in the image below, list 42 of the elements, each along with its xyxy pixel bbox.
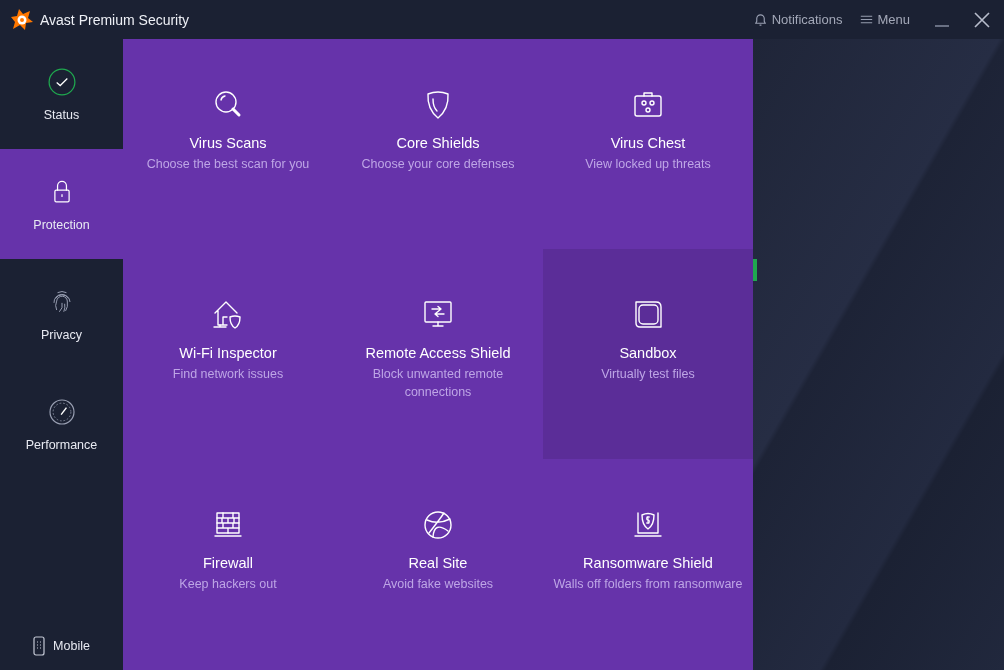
- sidebar-item[interactable]: Privacy: [0, 259, 123, 369]
- tile-subtitle: Choose the best scan for you: [145, 156, 311, 173]
- status-marker: [753, 259, 757, 281]
- check-circle-icon: [45, 66, 78, 98]
- sidebar-item[interactable]: Status: [0, 39, 123, 149]
- feature-tile[interactable]: Ransomware Shield Walls off folders from ransomware: [543, 459, 753, 669]
- tile-title: Core Shields: [396, 135, 480, 151]
- tile-title: Real Site: [408, 555, 468, 571]
- feature-tile[interactable]: Virus Chest View locked up threats: [543, 39, 753, 249]
- tile-title: Remote Access Shield: [365, 345, 511, 361]
- close-icon[interactable]: [974, 11, 990, 28]
- feature-tile[interactable]: Sandbox Virtually test files: [543, 249, 753, 459]
- tile-subtitle: Keep hackers out: [178, 576, 278, 593]
- tile-subtitle: Avoid fake websites: [381, 576, 495, 593]
- sidebar-item[interactable]: Protection: [0, 149, 123, 259]
- tile-title: Ransomware Shield: [583, 555, 713, 571]
- tile-subtitle: Find network issues: [171, 366, 285, 383]
- tile-title: Firewall: [203, 555, 253, 571]
- tile-title: Virus Scans: [189, 135, 267, 151]
- menu-icon: [860, 13, 874, 26]
- bell-icon: [752, 12, 768, 27]
- sidebar-item[interactable]: Performance: [0, 369, 123, 479]
- tile-subtitle: Block unwanted remote connections: [371, 366, 505, 401]
- tile-subtitle: View locked up threats: [584, 156, 712, 173]
- feature-tile[interactable]: Virus Scans Choose the best scan for you: [123, 39, 333, 249]
- feature-tile[interactable]: Firewall Keep hackers out: [123, 459, 333, 669]
- tile-subtitle: Choose your core defenses: [360, 156, 516, 173]
- mobile-button[interactable]: Mobile: [0, 636, 123, 670]
- phone-icon: [33, 636, 46, 656]
- feature-tile[interactable]: Core Shields Choose your core defenses: [333, 39, 543, 249]
- tile-title: Wi-Fi Inspector: [179, 345, 277, 361]
- tile-subtitle: Walls off folders from ransomware: [553, 576, 743, 593]
- feature-tile[interactable]: Wi-Fi Inspector Find network issues: [123, 249, 333, 459]
- tile-title: Virus Chest: [610, 135, 686, 151]
- logo-icon: [10, 7, 34, 32]
- feature-tile[interactable]: Remote Access Shield Block unwanted remote connections: [333, 249, 543, 459]
- notifications-button[interactable]: Notifications: [752, 12, 843, 27]
- menu-button[interactable]: Menu: [860, 12, 910, 27]
- tile-title: Sandbox: [619, 345, 677, 361]
- tile-subtitle: Virtually test files: [600, 366, 696, 383]
- feature-tile[interactable]: Real Site Avoid fake websites: [333, 459, 543, 669]
- window-title: Avast Premium Security: [40, 11, 190, 28]
